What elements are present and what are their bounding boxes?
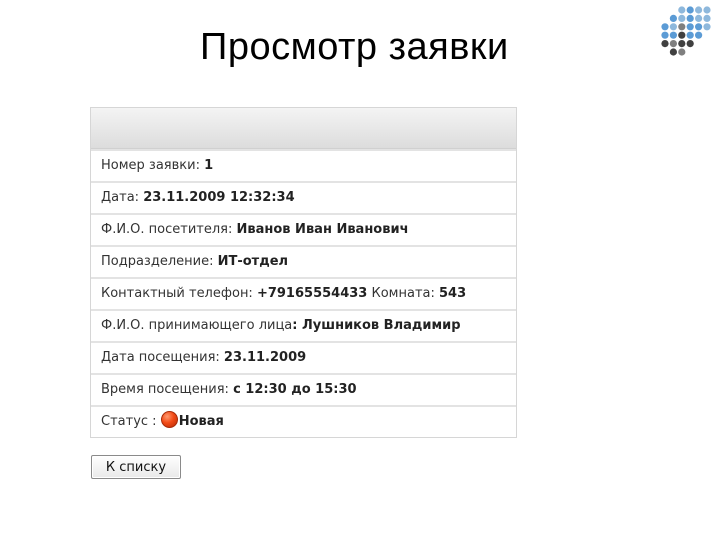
- page-title: Просмотр заявки: [200, 26, 509, 68]
- status-value: Новая: [178, 414, 224, 429]
- logo-dot: [695, 14, 703, 22]
- logo-dot: [669, 31, 677, 39]
- logo-dot: [678, 14, 686, 22]
- logo-dot: [686, 23, 694, 31]
- row-value: : Лушников Владимир: [292, 318, 461, 333]
- panel-header: [91, 108, 516, 149]
- row-visit-time: Время посещения: с 12:30 до 15:30: [91, 373, 516, 405]
- logo-dot: [678, 40, 686, 48]
- row-value: 1: [204, 158, 214, 173]
- logo-dot: [695, 23, 703, 31]
- request-details-panel: Номер заявки: 1 Дата: 23.11.2009 12:32:3…: [90, 107, 517, 438]
- row-request-number: Номер заявки: 1: [91, 149, 516, 181]
- logo-dot: [678, 48, 686, 56]
- row-date: Дата: 23.11.2009 12:32:34: [91, 181, 516, 213]
- row-value: Иванов Иван Иванович: [236, 222, 409, 237]
- logo-dot: [695, 31, 703, 39]
- row-status: Статус : Новая: [91, 405, 516, 437]
- logo-dot: [686, 6, 694, 14]
- row-label: Время посещения:: [101, 382, 234, 397]
- logo-dot: [669, 14, 677, 22]
- logo-dot: [686, 40, 694, 48]
- logo-dot: [661, 40, 669, 48]
- logo-dot: [686, 14, 694, 22]
- logo-dot: [678, 23, 686, 31]
- logo-dot: [703, 23, 711, 31]
- logo-dot: [661, 31, 669, 39]
- logo-dot: [703, 6, 711, 14]
- logo-dot: [678, 31, 686, 39]
- logo-dot: [669, 23, 677, 31]
- row-value: ИТ-отдел: [217, 254, 289, 269]
- logo-dot: [661, 23, 669, 31]
- logo-dot: [695, 6, 703, 14]
- status-dot-icon: [160, 411, 178, 428]
- row-value: +79165554433: [256, 286, 368, 301]
- row-label: Подразделение:: [101, 254, 218, 269]
- row-label: Номер заявки:: [101, 158, 205, 173]
- row-visitor-name: Ф.И.О. посетителя: Иванов Иван Иванович: [91, 213, 516, 245]
- logo-dot: [669, 48, 677, 56]
- row-label: Дата посещения:: [101, 350, 224, 365]
- row-value: с 12:30 до 15:30: [233, 382, 357, 397]
- row-label: Дата:: [101, 190, 144, 205]
- back-to-list-button[interactable]: К списку: [91, 455, 181, 479]
- row-value: 23.11.2009: [223, 350, 307, 365]
- logo-dot: [703, 14, 711, 22]
- logo-dot: [686, 31, 694, 39]
- row-label: Контактный телефон:: [101, 286, 257, 301]
- dots-grid-logo-icon: [661, 6, 711, 56]
- row-label: Ф.И.О. принимающего лица: [101, 318, 293, 333]
- row-host-name: Ф.И.О. принимающего лица: Лушников Влади…: [91, 309, 516, 341]
- row-visit-date: Дата посещения: 23.11.2009: [91, 341, 516, 373]
- logo-dot: [678, 6, 686, 14]
- row-value-room: 543: [439, 286, 467, 301]
- row-label: Статус :: [101, 414, 161, 429]
- row-label-room: Комната:: [367, 286, 439, 301]
- row-label: Ф.И.О. посетителя:: [101, 222, 237, 237]
- row-contact-phone: Контактный телефон: +79165554433 Комната…: [91, 277, 516, 309]
- logo-dot: [669, 40, 677, 48]
- row-department: Подразделение: ИТ-отдел: [91, 245, 516, 277]
- row-value: 23.11.2009 12:32:34: [143, 190, 295, 205]
